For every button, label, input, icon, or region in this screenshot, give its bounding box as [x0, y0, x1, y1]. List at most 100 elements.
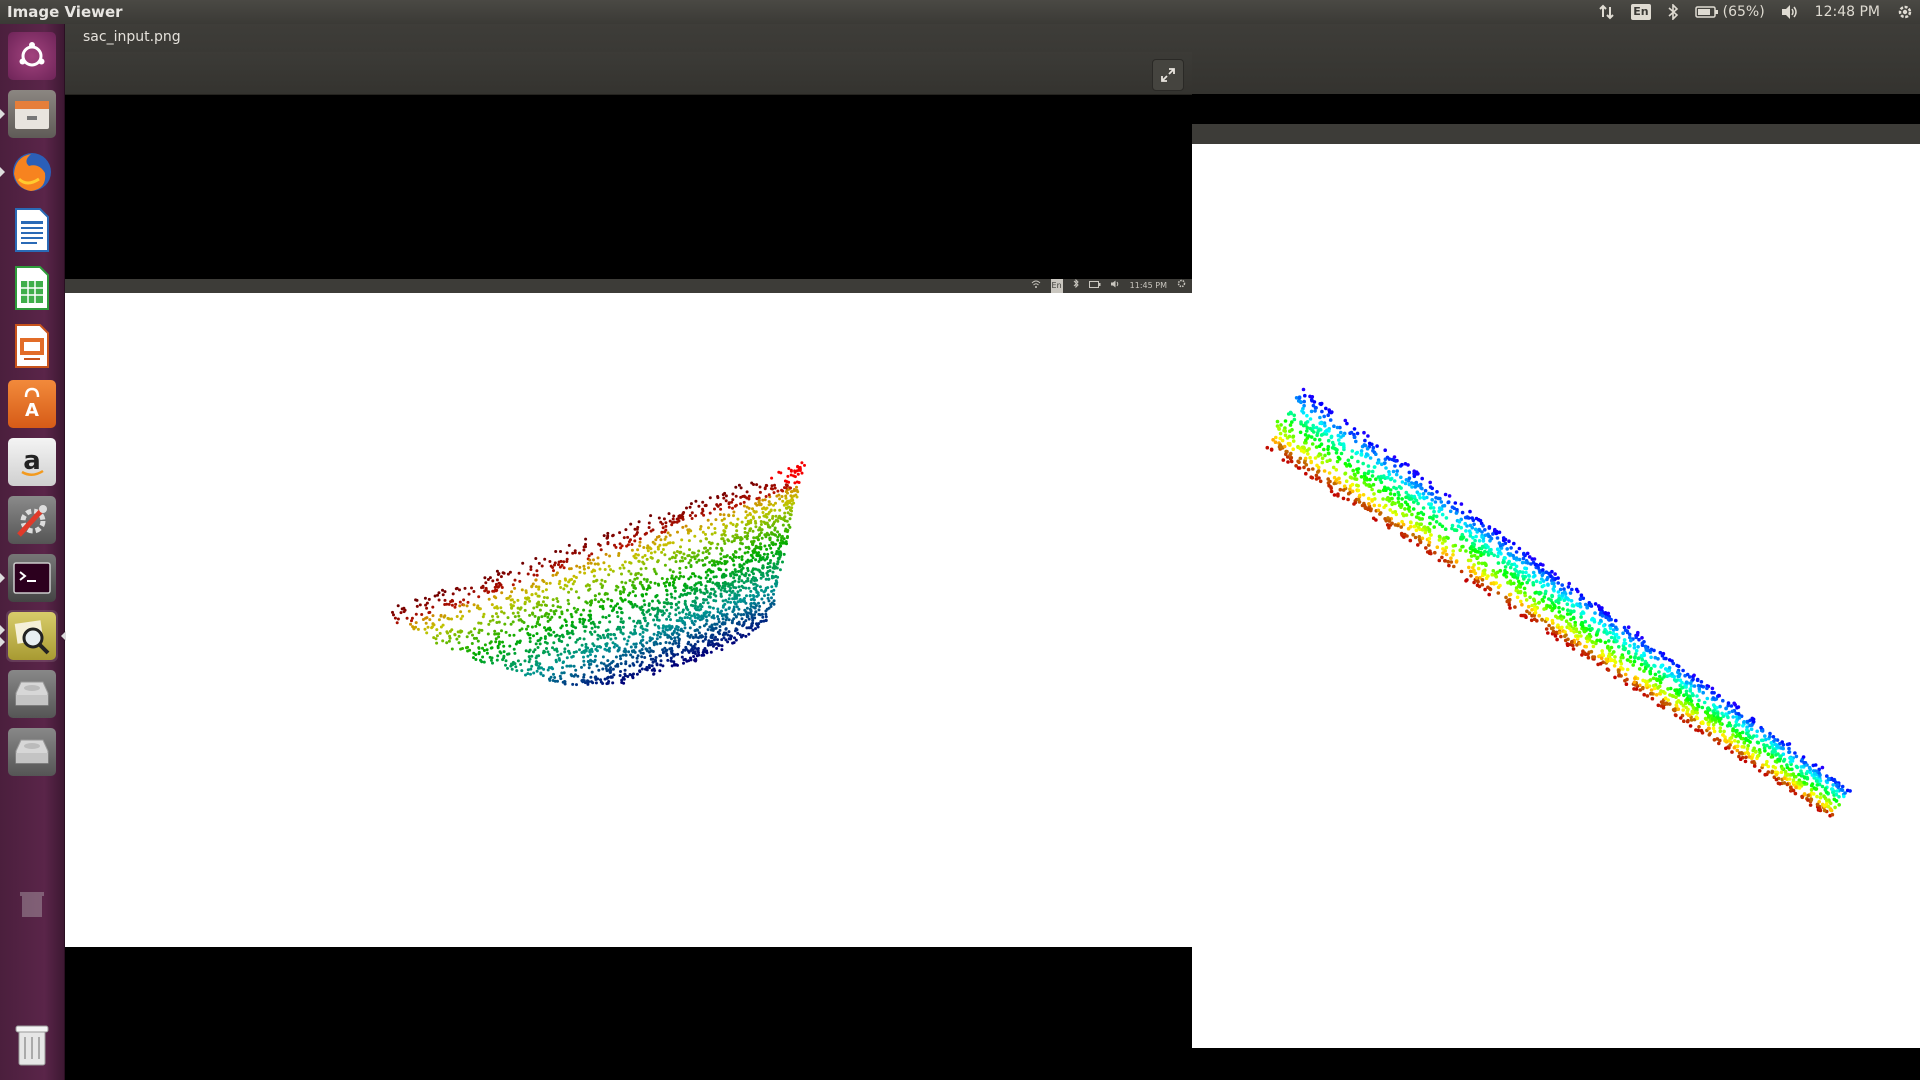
network-arrows-icon[interactable]	[1599, 4, 1615, 20]
launcher-trash[interactable]	[6, 1018, 58, 1070]
launcher-firefox[interactable]	[0, 146, 58, 198]
launcher-files[interactable]	[0, 88, 58, 140]
point	[596, 562, 600, 566]
point	[751, 567, 755, 571]
point	[1634, 652, 1638, 656]
point	[554, 658, 558, 662]
point	[551, 667, 555, 671]
point	[747, 586, 751, 590]
launcher-amazon[interactable]: a	[6, 436, 58, 488]
launcher-dash-home[interactable]	[6, 30, 58, 82]
point	[740, 579, 744, 583]
launcher-libreoffice-impress[interactable]	[6, 320, 58, 372]
point	[465, 604, 469, 608]
point	[580, 643, 584, 647]
point	[1785, 742, 1790, 747]
point	[657, 516, 661, 520]
point	[761, 615, 765, 619]
point	[1465, 515, 1470, 520]
gear-icon[interactable]	[1896, 3, 1914, 21]
launcher-drive-1[interactable]	[6, 668, 58, 720]
point	[1735, 705, 1739, 710]
launcher-image-viewer[interactable]	[0, 610, 66, 662]
battery-indicator[interactable]: (65%)	[1694, 0, 1765, 24]
point	[1428, 521, 1432, 526]
launcher-software-center[interactable]: A	[6, 378, 58, 430]
point	[482, 649, 486, 652]
point	[721, 622, 725, 626]
point	[1600, 649, 1604, 653]
point	[495, 658, 499, 662]
point	[784, 486, 788, 490]
point	[1619, 655, 1623, 660]
launcher-libreoffice-writer[interactable]	[6, 204, 58, 256]
point	[1505, 599, 1509, 604]
point	[502, 654, 506, 658]
point	[1412, 524, 1416, 529]
point	[1442, 536, 1446, 540]
point	[642, 577, 646, 581]
point	[779, 544, 783, 548]
point	[446, 616, 450, 620]
point	[772, 588, 776, 592]
point	[1493, 527, 1497, 532]
point	[715, 546, 719, 550]
point	[1611, 628, 1616, 632]
point	[1516, 579, 1521, 584]
point	[508, 570, 512, 574]
keyboard-icon[interactable]: En	[1631, 4, 1651, 20]
point	[1724, 706, 1728, 711]
point	[1622, 638, 1627, 642]
point	[746, 534, 750, 538]
point	[649, 529, 653, 533]
point	[1495, 536, 1500, 540]
fullscreen-button[interactable]	[1152, 59, 1184, 91]
point	[1436, 496, 1441, 501]
point	[541, 674, 545, 678]
right-window-titlebar[interactable]	[1192, 24, 1920, 94]
point	[608, 620, 612, 624]
point	[1775, 744, 1780, 748]
point	[1768, 734, 1772, 739]
launcher-drive-2[interactable]	[6, 726, 58, 778]
point	[724, 638, 728, 642]
point	[542, 596, 546, 599]
point	[602, 600, 606, 603]
point	[1624, 682, 1629, 686]
launcher-terminal[interactable]	[0, 552, 58, 604]
point	[1354, 439, 1358, 444]
point	[1809, 797, 1814, 802]
point	[710, 559, 714, 563]
viewer-image-canvas[interactable]: En 11:45 PM	[64, 95, 1192, 1080]
point	[1409, 520, 1413, 525]
point	[499, 575, 503, 579]
launcher-libreoffice-calc[interactable]	[6, 262, 58, 314]
point	[1414, 515, 1419, 519]
point	[597, 592, 601, 596]
point-cloud-view-right[interactable]	[1192, 144, 1920, 1048]
point	[735, 593, 739, 597]
point	[1448, 509, 1453, 514]
point	[1362, 471, 1367, 476]
point	[638, 544, 642, 548]
point	[1482, 571, 1487, 576]
point	[764, 495, 768, 498]
point	[708, 611, 712, 614]
point	[765, 571, 769, 575]
clock[interactable]: 12:48 PM	[1815, 0, 1880, 24]
point	[1730, 709, 1735, 714]
point	[1608, 626, 1613, 630]
point	[628, 664, 632, 668]
volume-icon[interactable]	[1781, 4, 1799, 20]
point	[1676, 707, 1681, 711]
point	[727, 618, 731, 622]
point	[457, 634, 461, 638]
bluetooth-icon[interactable]	[1667, 4, 1679, 20]
point	[656, 545, 660, 549]
point	[451, 592, 455, 596]
launcher-system-settings[interactable]	[6, 494, 58, 546]
viewer-titlebar[interactable]: sac_input.png	[64, 24, 1192, 52]
point	[1634, 649, 1639, 653]
point	[721, 617, 725, 621]
point	[749, 527, 753, 531]
